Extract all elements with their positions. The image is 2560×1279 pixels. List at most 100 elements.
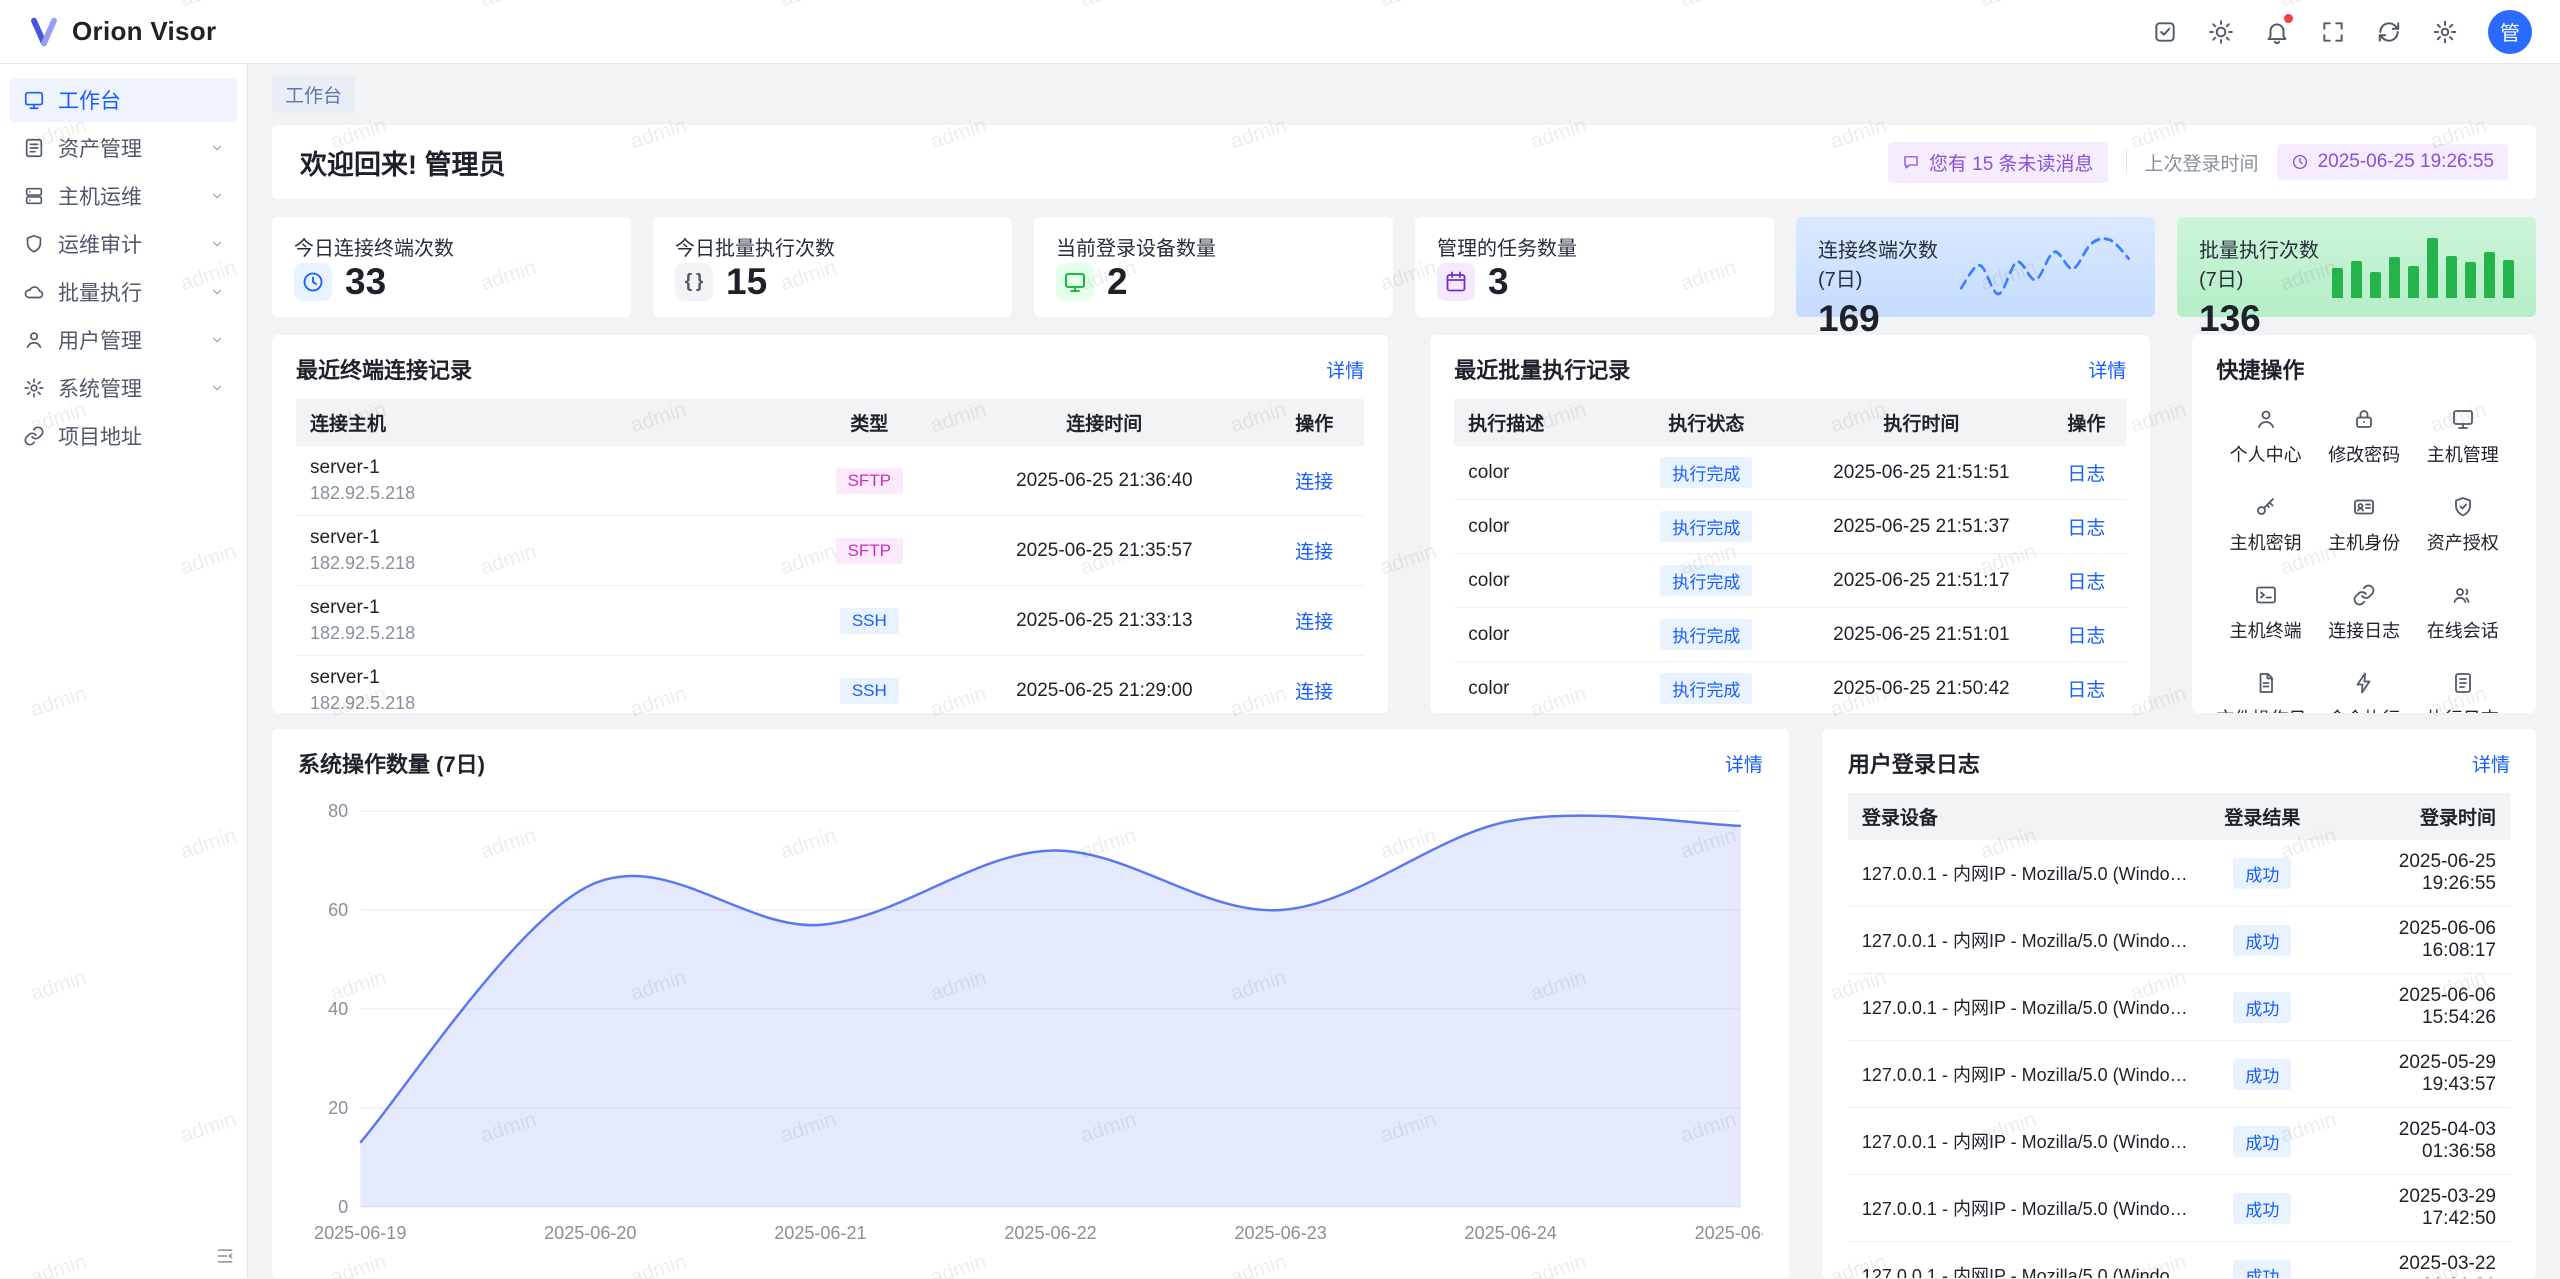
stats-row: 今日连接终端次数 33 今日批量执行次数 { } 15 当前登录设备数量 [272, 217, 2536, 317]
qa-host-terminal[interactable]: 主机终端 [2216, 583, 2315, 643]
sidebar-item-user-management[interactable]: 用户管理 [10, 318, 237, 362]
execution-row: color 执行完成 2025-06-25 21:51:51 日志 [1454, 446, 2126, 500]
qa-online-session[interactable]: 在线会话 [2413, 583, 2512, 643]
login-log-row: 127.0.0.1 - 内网IP - Mozilla/5.0 (Windows … [1848, 1242, 2510, 1279]
lock-icon [2352, 407, 2376, 431]
qa-execution-log[interactable]: 执行日志 [2413, 671, 2512, 713]
log-link[interactable]: 日志 [2067, 626, 2105, 647]
refresh-icon[interactable] [2368, 11, 2410, 53]
stat-card-login-devices: 当前登录设备数量 2 [1034, 217, 1393, 317]
log-link[interactable]: 日志 [2067, 518, 2105, 539]
execution-row: color 执行完成 2025-06-25 21:51:01 日志 [1454, 608, 2126, 662]
chevron-down-icon [210, 141, 224, 155]
result-badge: 成功 [2233, 858, 2291, 889]
dashboard-icon [23, 89, 45, 111]
app-root: Orion Visor 管 [0, 0, 2560, 1279]
column-header: 连接时间 [944, 399, 1264, 446]
app-logo[interactable]: Orion Visor [28, 16, 216, 48]
lightning-icon [2352, 671, 2376, 695]
stat-card-today-connections: 今日连接终端次数 33 [272, 217, 631, 317]
column-header: 执行时间 [1796, 399, 2046, 446]
qa-host-management[interactable]: 主机管理 [2413, 407, 2512, 467]
status-badge: 执行完成 [1660, 565, 1752, 596]
terminal-icon [2254, 583, 2278, 607]
connection-row: server-1182.92.5.218 SSH 2025-06-25 21:2… [296, 656, 1364, 714]
calendar-check-icon [1437, 263, 1475, 301]
execution-desc: color [1454, 662, 1616, 714]
svg-text:40: 40 [328, 999, 348, 1019]
connect-link[interactable]: 连接 [1295, 612, 1333, 633]
qa-file-operation-log[interactable]: 文件操作日志 [2216, 671, 2315, 713]
notifications-bell-icon[interactable] [2256, 11, 2298, 53]
executions-detail-link[interactable]: 详情 [2088, 356, 2126, 383]
settings-gear-icon[interactable] [2424, 11, 2466, 53]
app-header: Orion Visor 管 [0, 0, 2560, 64]
login-logs-card: 用户登录日志 详情 登录设备 登录结果 登录时间 127.0.0.1 - 内网I… [1822, 729, 2536, 1278]
tasks-icon[interactable] [2144, 11, 2186, 53]
file-icon [2254, 671, 2278, 695]
connection-time: 2025-06-25 21:33:13 [944, 586, 1264, 656]
column-header: 类型 [794, 399, 944, 446]
asset-list-icon [23, 137, 45, 159]
login-time: 2025-03-29 17:42:50 [2319, 1175, 2510, 1242]
connect-link[interactable]: 连接 [1295, 542, 1333, 563]
operations-detail-link[interactable]: 详情 [1725, 750, 1763, 777]
sidebar-collapse-icon[interactable] [215, 1246, 235, 1266]
fullscreen-icon[interactable] [2312, 11, 2354, 53]
connect-link[interactable]: 连接 [1295, 682, 1333, 703]
link-icon [23, 425, 45, 447]
execution-time: 2025-06-25 21:51:01 [1796, 608, 2046, 662]
sidebar-item-ops-audit[interactable]: 运维审计 [10, 222, 237, 266]
sidebar-item-project-url[interactable]: 项目地址 [10, 414, 237, 458]
chevron-down-icon [210, 381, 224, 395]
stat-label: 连接终端次数 (7日) [1818, 234, 1957, 292]
login-device: 127.0.0.1 - 内网IP - Mozilla/5.0 (Windows … [1862, 860, 2192, 886]
qa-asset-authorization[interactable]: 资产授权 [2413, 495, 2512, 555]
column-header: 登录时间 [2319, 793, 2510, 840]
host-name: server-1 [310, 597, 780, 619]
qa-host-identity[interactable]: 主机身份 [2315, 495, 2414, 555]
sidebar-item-batch-execution[interactable]: 批量执行 [10, 270, 237, 314]
sidebar-item-workbench[interactable]: 工作台 [10, 78, 237, 122]
connection-row: server-1182.92.5.218 SFTP 2025-06-25 21:… [296, 516, 1364, 586]
sidebar-item-label: 主机运维 [58, 181, 142, 211]
qa-personal-center[interactable]: 个人中心 [2216, 407, 2315, 467]
log-link[interactable]: 日志 [2067, 464, 2105, 485]
theme-sun-icon[interactable] [2200, 11, 2242, 53]
unread-messages-badge[interactable]: 您有 15 条未读消息 [1888, 142, 2108, 183]
stat-value: 33 [345, 261, 386, 303]
executions-bars [2332, 236, 2514, 298]
connect-link[interactable]: 连接 [1295, 472, 1333, 493]
execution-row: color 执行完成 2025-06-25 21:51:17 日志 [1454, 554, 2126, 608]
column-header: 操作 [1264, 399, 1364, 446]
login-log-row: 127.0.0.1 - 内网IP - Mozilla/5.0 (Windows … [1848, 1175, 2510, 1242]
qa-change-password[interactable]: 修改密码 [2315, 407, 2414, 467]
qa-host-key[interactable]: 主机密钥 [2216, 495, 2315, 555]
clock-icon [2291, 153, 2309, 171]
sidebar-item-asset-management[interactable]: 资产管理 [10, 126, 237, 170]
svg-text:2025-06-22: 2025-06-22 [1004, 1223, 1096, 1243]
sidebar-item-label: 运维审计 [58, 229, 142, 259]
sidebar-item-system-management[interactable]: 系统管理 [10, 366, 237, 410]
status-badge: 执行完成 [1660, 619, 1752, 650]
column-header: 执行状态 [1616, 399, 1796, 446]
stat-card-weekly-executions: 批量执行次数 (7日) 136 [2177, 217, 2536, 317]
log-link[interactable]: 日志 [2067, 572, 2105, 593]
connections-detail-link[interactable]: 详情 [1326, 356, 1364, 383]
log-link[interactable]: 日志 [2067, 680, 2105, 701]
sidebar-item-host-operations[interactable]: 主机运维 [10, 174, 237, 218]
execution-time: 2025-06-25 21:50:42 [1796, 662, 2046, 714]
host-ip: 182.92.5.218 [310, 693, 780, 713]
qa-command-execution[interactable]: 命令执行 [2315, 671, 2414, 713]
stat-value: 2 [1107, 261, 1128, 303]
quick-actions-title: 快捷操作 [2216, 353, 2304, 385]
qa-connection-log[interactable]: 连接日志 [2315, 583, 2414, 643]
executions-table: 执行描述 执行状态 执行时间 操作 color 执行完成 2025-06-25 … [1454, 399, 2126, 713]
column-header: 登录设备 [1848, 793, 2206, 840]
breadcrumb-item-workbench[interactable]: 工作台 [272, 76, 355, 113]
login-logs-detail-link[interactable]: 详情 [2472, 750, 2510, 777]
avatar[interactable]: 管 [2488, 10, 2532, 54]
quick-actions-grid: 个人中心 修改密码 主机管理 主机密钥 [2216, 407, 2512, 713]
operations-chart-title: 系统操作数量 (7日) [298, 747, 485, 779]
mid-row: 最近终端连接记录 详情 连接主机 类型 连接时间 操作 server-1182. [272, 335, 2536, 713]
